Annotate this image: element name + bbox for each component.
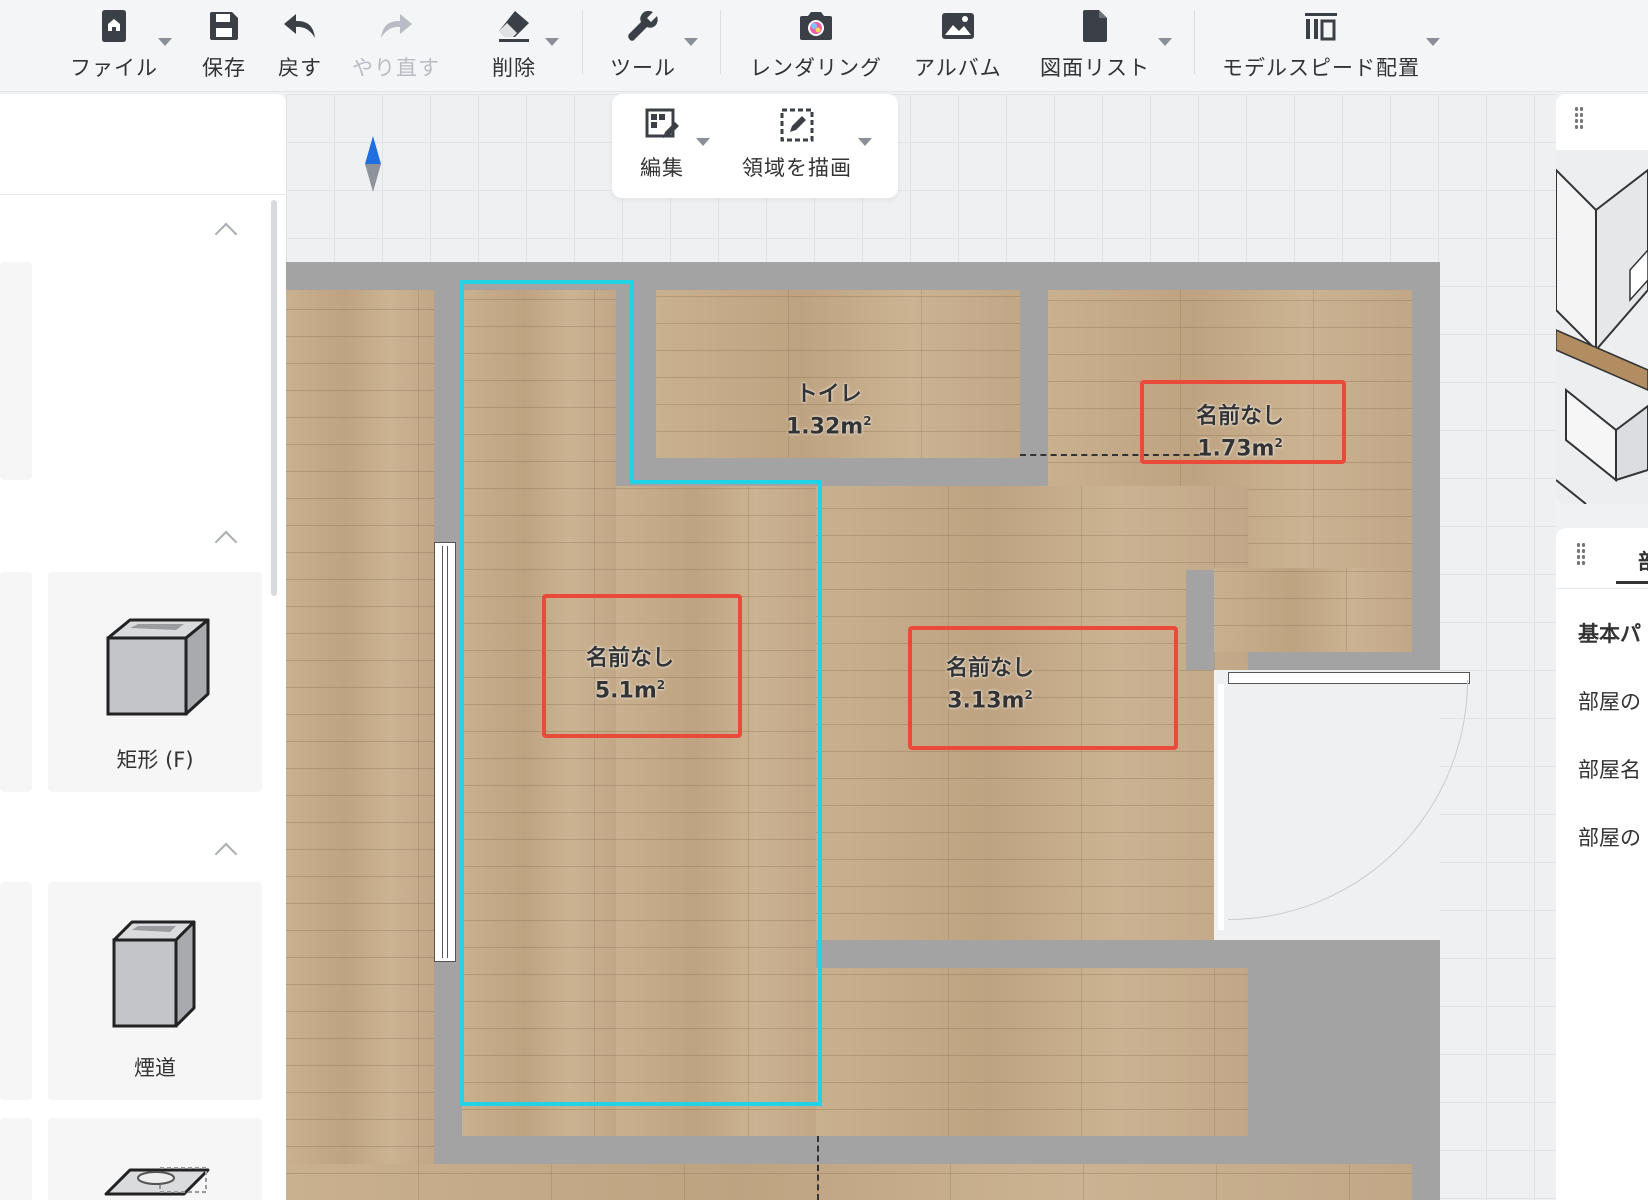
3d-preview-panel[interactable] [1556, 94, 1648, 504]
toolbar-divider [1194, 10, 1195, 74]
delete-button[interactable]: 削除 [492, 6, 536, 86]
library-card[interactable] [0, 882, 32, 1100]
room-area: 1.73m [1197, 436, 1275, 462]
panel-divider [1556, 588, 1648, 589]
document-icon [1075, 6, 1115, 46]
undo-button[interactable]: 戻す [278, 6, 322, 86]
drag-grip-icon[interactable] [1576, 542, 1586, 566]
drawing-list-label: 図面リスト [1040, 56, 1150, 80]
room-area: 3.13m [947, 688, 1025, 714]
drag-grip-icon[interactable] [1574, 106, 1584, 130]
draw-area-button[interactable]: 領域を描画 [742, 108, 852, 182]
rectangle-item-label: 矩形 (F) [116, 748, 194, 772]
library-card[interactable] [48, 1118, 262, 1200]
room-name: 名前なし [1196, 404, 1285, 429]
room-name: トイレ [795, 382, 862, 407]
floor-plan-canvas[interactable]: トイレ 1.32m2 名前なし 1.73m2 名前なし 5.1m2 名前なし 3… [286, 94, 1556, 1200]
flue-item[interactable]: 煙道 [48, 882, 262, 1100]
area-unit-sup: 2 [1024, 688, 1033, 702]
save-button[interactable]: 保存 [202, 6, 246, 86]
rendering-button[interactable]: レンダリング [750, 6, 882, 86]
collapse-chevron-icon[interactable] [214, 222, 238, 246]
redo-arrow-icon [376, 6, 416, 46]
draw-area-label: 領域を描画 [742, 156, 852, 180]
main-toolbar: ファイル 保存 戻す やり直す 削除 ツール レンダリング アルバム 図面リスト… [0, 0, 1648, 92]
fixture-icon [100, 1164, 210, 1200]
delete-label: 削除 [492, 56, 536, 80]
rectangle-item[interactable]: 矩形 (F) [48, 572, 262, 792]
edit-label: 編集 [640, 156, 684, 180]
model-speed-layout-label: モデルスピード配置 [1222, 56, 1420, 80]
room-name: 名前なし [586, 646, 675, 671]
rectangle-box-icon [100, 618, 210, 722]
room-label-toilet[interactable]: トイレ 1.32m2 [786, 382, 872, 440]
toolbar-divider [720, 10, 721, 74]
redo-label: やり直す [352, 56, 440, 80]
3d-preview-view[interactable] [1556, 150, 1648, 504]
undo-arrow-icon [280, 6, 320, 46]
album-button[interactable]: アルバム [914, 6, 1002, 86]
edit-button[interactable]: 編集 [640, 108, 684, 182]
file-button[interactable]: ファイル [70, 6, 158, 86]
save-icon [204, 6, 244, 46]
room-label-ne[interactable]: 名前なし 1.73m2 [1196, 404, 1284, 462]
area-unit-sup: 2 [1274, 436, 1283, 450]
room-area: 1.32m [786, 414, 864, 440]
file-dropdown-icon[interactable] [158, 38, 172, 46]
edit-subtoolbar: 編集 領域を描画 [612, 94, 898, 198]
room-properties-panel: 部 基本パ 部屋の 部屋名 部屋の [1556, 528, 1648, 1200]
draw-area-icon [780, 108, 814, 146]
room-name-row[interactable]: 部屋名 [1578, 754, 1641, 784]
file-home-icon [94, 6, 134, 46]
redo-button[interactable]: やり直す [352, 6, 440, 86]
room-property-row[interactable]: 部屋の [1578, 822, 1641, 852]
library-card[interactable] [0, 1118, 32, 1200]
library-card[interactable] [0, 572, 32, 792]
library-card[interactable] [0, 262, 32, 480]
album-label: アルバム [914, 56, 1002, 80]
properties-tab[interactable]: 部 [1616, 538, 1648, 584]
wrench-icon [623, 6, 663, 46]
columns-layout-icon [1301, 6, 1341, 46]
tools-button[interactable]: ツール [610, 6, 676, 86]
properties-tab-label: 部 [1638, 546, 1648, 576]
flue-item-label: 煙道 [134, 1056, 176, 1080]
room-name: 名前なし [946, 656, 1035, 681]
room-area: 5.1m [594, 678, 657, 704]
rendering-label: レンダリング [750, 56, 882, 80]
edit-grid-pencil-icon [645, 108, 679, 146]
eraser-icon [494, 6, 534, 46]
tools-dropdown-icon[interactable] [684, 38, 698, 46]
component-library-panel: 矩形 (F) 煙道 [0, 94, 286, 1200]
draw-area-dropdown-icon[interactable] [858, 138, 872, 146]
edit-dropdown-icon[interactable] [696, 138, 710, 146]
collapse-chevron-icon[interactable] [214, 842, 238, 866]
drawing-list-dropdown-icon[interactable] [1158, 38, 1172, 46]
toolbar-divider [582, 10, 583, 74]
undo-label: 戻す [278, 56, 322, 80]
panel-divider [0, 194, 286, 195]
basic-parameters-title: 基本パ [1578, 622, 1641, 646]
model-speed-layout-dropdown-icon[interactable] [1426, 38, 1440, 46]
drawing-list-button[interactable]: 図面リスト [1040, 6, 1150, 86]
save-label: 保存 [202, 56, 246, 80]
camera-icon [796, 6, 836, 46]
tools-label: ツール [610, 56, 676, 80]
image-album-icon [938, 6, 978, 46]
delete-dropdown-icon[interactable] [545, 38, 559, 46]
room-label-hall[interactable]: 名前なし 3.13m2 [946, 656, 1034, 714]
room-property-row[interactable]: 部屋の [1578, 686, 1641, 716]
collapse-chevron-icon[interactable] [214, 530, 238, 554]
file-label: ファイル [70, 56, 158, 80]
panel-scrollbar[interactable] [271, 200, 277, 596]
model-speed-layout-button[interactable]: モデルスピード配置 [1222, 6, 1420, 86]
room-label-corridor[interactable]: 名前なし 5.1m2 [586, 646, 674, 704]
area-unit-sup: 2 [656, 678, 666, 692]
area-unit-sup: 2 [863, 414, 872, 428]
flue-icon [110, 920, 200, 1034]
